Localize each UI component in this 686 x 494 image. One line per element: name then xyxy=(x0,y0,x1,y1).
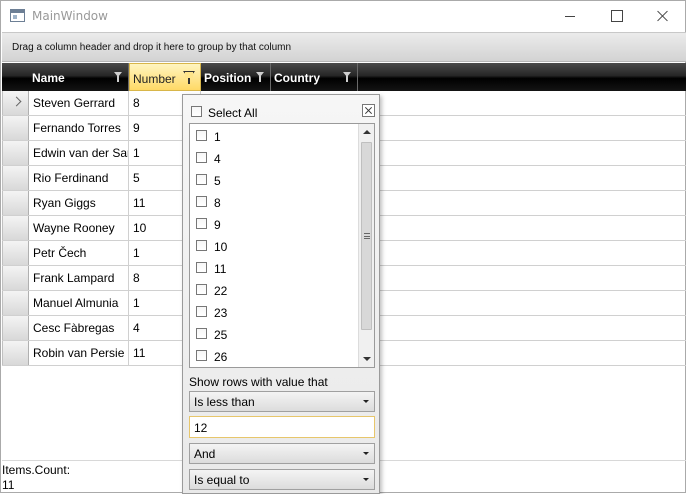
list-item[interactable]: 4 xyxy=(190,148,360,170)
value-label: 25 xyxy=(214,328,228,342)
value-checkbox[interactable] xyxy=(196,218,207,229)
filter-icon[interactable] xyxy=(114,72,122,82)
title-bar[interactable]: MainWindow xyxy=(1,1,685,31)
value-label: 8 xyxy=(214,196,221,210)
close-button[interactable] xyxy=(639,1,685,31)
row-indicator[interactable] xyxy=(3,241,29,265)
column-header-name[interactable]: Name xyxy=(29,63,129,91)
filter-icon[interactable] xyxy=(256,72,264,82)
value-label: 9 xyxy=(214,218,221,232)
list-scrollbar[interactable] xyxy=(358,124,374,367)
row-indicator[interactable] xyxy=(3,316,29,340)
grid-header: Name Number Position Country xyxy=(2,63,686,91)
select-all-checkbox[interactable] xyxy=(191,106,202,117)
list-item[interactable]: 23 xyxy=(190,302,360,324)
cell-name[interactable]: Petr Čech xyxy=(29,241,129,265)
value-label: 26 xyxy=(214,350,228,364)
cell-name[interactable]: Manuel Almunia xyxy=(29,291,129,315)
value-checkbox[interactable] xyxy=(196,152,207,163)
column-header-label: Country xyxy=(274,71,320,85)
filter-icon[interactable] xyxy=(343,72,351,82)
row-indicator[interactable] xyxy=(3,91,29,115)
value-checkbox[interactable] xyxy=(196,130,207,141)
dropdown-value: Is less than xyxy=(194,395,255,409)
dropdown-value: And xyxy=(194,447,216,461)
cell-name[interactable]: Fernando Torres xyxy=(29,116,129,140)
column-header-country[interactable]: Country xyxy=(271,63,358,91)
row-indicator[interactable] xyxy=(3,291,29,315)
value-label: 23 xyxy=(214,306,228,320)
cell-name[interactable]: Cesc Fàbregas xyxy=(29,316,129,340)
distinct-values-list[interactable]: 1 4 5 8 9 10 11 22 23 25 26 xyxy=(189,123,375,368)
close-icon[interactable] xyxy=(362,104,375,117)
scroll-up-arrow-icon[interactable] xyxy=(360,124,374,140)
minimize-button[interactable] xyxy=(547,1,593,31)
window-icon xyxy=(10,9,25,22)
value-checkbox[interactable] xyxy=(196,350,207,361)
value-label: 22 xyxy=(214,284,228,298)
window-title: MainWindow xyxy=(32,9,108,23)
value-label: 11 xyxy=(214,262,227,276)
value-checkbox[interactable] xyxy=(196,240,207,251)
chevron-down-icon xyxy=(363,400,369,403)
cell-name[interactable]: Edwin van der Sar xyxy=(29,141,129,165)
value-label: 10 xyxy=(214,240,228,254)
chevron-down-icon xyxy=(363,478,369,481)
column-header-position[interactable]: Position xyxy=(201,63,271,91)
list-item[interactable]: 25 xyxy=(190,324,360,346)
value-checkbox[interactable] xyxy=(196,306,207,317)
cell-name[interactable]: Steven Gerrard xyxy=(29,91,129,115)
dropdown-value: Is equal to xyxy=(194,473,250,487)
row-indicator[interactable] xyxy=(3,166,29,190)
column-header-label: Position xyxy=(204,71,252,85)
list-item[interactable]: 10 xyxy=(190,236,360,258)
row-indicator[interactable] xyxy=(3,141,29,165)
operator2-dropdown[interactable]: Is equal to xyxy=(189,469,375,490)
scrollbar-thumb[interactable] xyxy=(361,142,372,330)
chevron-down-icon xyxy=(363,452,369,455)
list-item[interactable]: 22 xyxy=(190,280,360,302)
items-count-label: Items.Count: xyxy=(2,463,71,477)
list-item[interactable]: 1 xyxy=(190,126,360,148)
group-by-panel[interactable]: Drag a column header and drop it here to… xyxy=(2,32,686,62)
value-checkbox[interactable] xyxy=(196,174,207,185)
list-item[interactable]: 5 xyxy=(190,170,360,192)
column-header-number[interactable]: Number xyxy=(129,63,201,91)
filter-popup: Select All 1 4 5 8 9 10 11 22 23 25 26 S… xyxy=(182,94,380,494)
scroll-down-arrow-icon[interactable] xyxy=(360,351,374,367)
cell-name[interactable]: Robin van Persie xyxy=(29,341,129,365)
row-indicator[interactable] xyxy=(3,341,29,365)
list-item[interactable]: 8 xyxy=(190,192,360,214)
grip-icon xyxy=(364,233,370,239)
list-item[interactable]: 26 xyxy=(190,346,360,368)
value-checkbox[interactable] xyxy=(196,328,207,339)
maximize-button[interactable] xyxy=(593,1,639,31)
main-window: MainWindow Drag a column header and drop… xyxy=(0,0,686,494)
operator1-dropdown[interactable]: Is less than xyxy=(189,391,375,412)
row-indicator[interactable] xyxy=(3,216,29,240)
column-header-label: Name xyxy=(32,71,65,85)
value-checkbox[interactable] xyxy=(196,196,207,207)
select-all-label: Select All xyxy=(208,106,258,120)
cell-name[interactable]: Ryan Giggs xyxy=(29,191,129,215)
list-item[interactable]: 11 xyxy=(190,258,360,280)
filter-value1-input[interactable]: 12 xyxy=(189,416,375,438)
filter-icon[interactable] xyxy=(183,71,195,84)
items-count-value: 11 xyxy=(2,478,15,492)
value-label: 5 xyxy=(214,174,221,188)
row-indicator[interactable] xyxy=(3,116,29,140)
cell-name[interactable]: Frank Lampard xyxy=(29,266,129,290)
list-item[interactable]: 9 xyxy=(190,214,360,236)
value-checkbox[interactable] xyxy=(196,262,207,273)
logical-operator-dropdown[interactable]: And xyxy=(189,443,375,464)
column-header-label: Number xyxy=(133,72,176,86)
show-rows-label: Show rows with value that xyxy=(189,375,328,389)
cell-name[interactable]: Wayne Rooney xyxy=(29,216,129,240)
cell-name[interactable]: Rio Ferdinand xyxy=(29,166,129,190)
value-label: 4 xyxy=(214,152,221,166)
value-label: 1 xyxy=(214,130,221,144)
value-checkbox[interactable] xyxy=(196,284,207,295)
row-indicator[interactable] xyxy=(3,266,29,290)
row-indicator[interactable] xyxy=(3,191,29,215)
